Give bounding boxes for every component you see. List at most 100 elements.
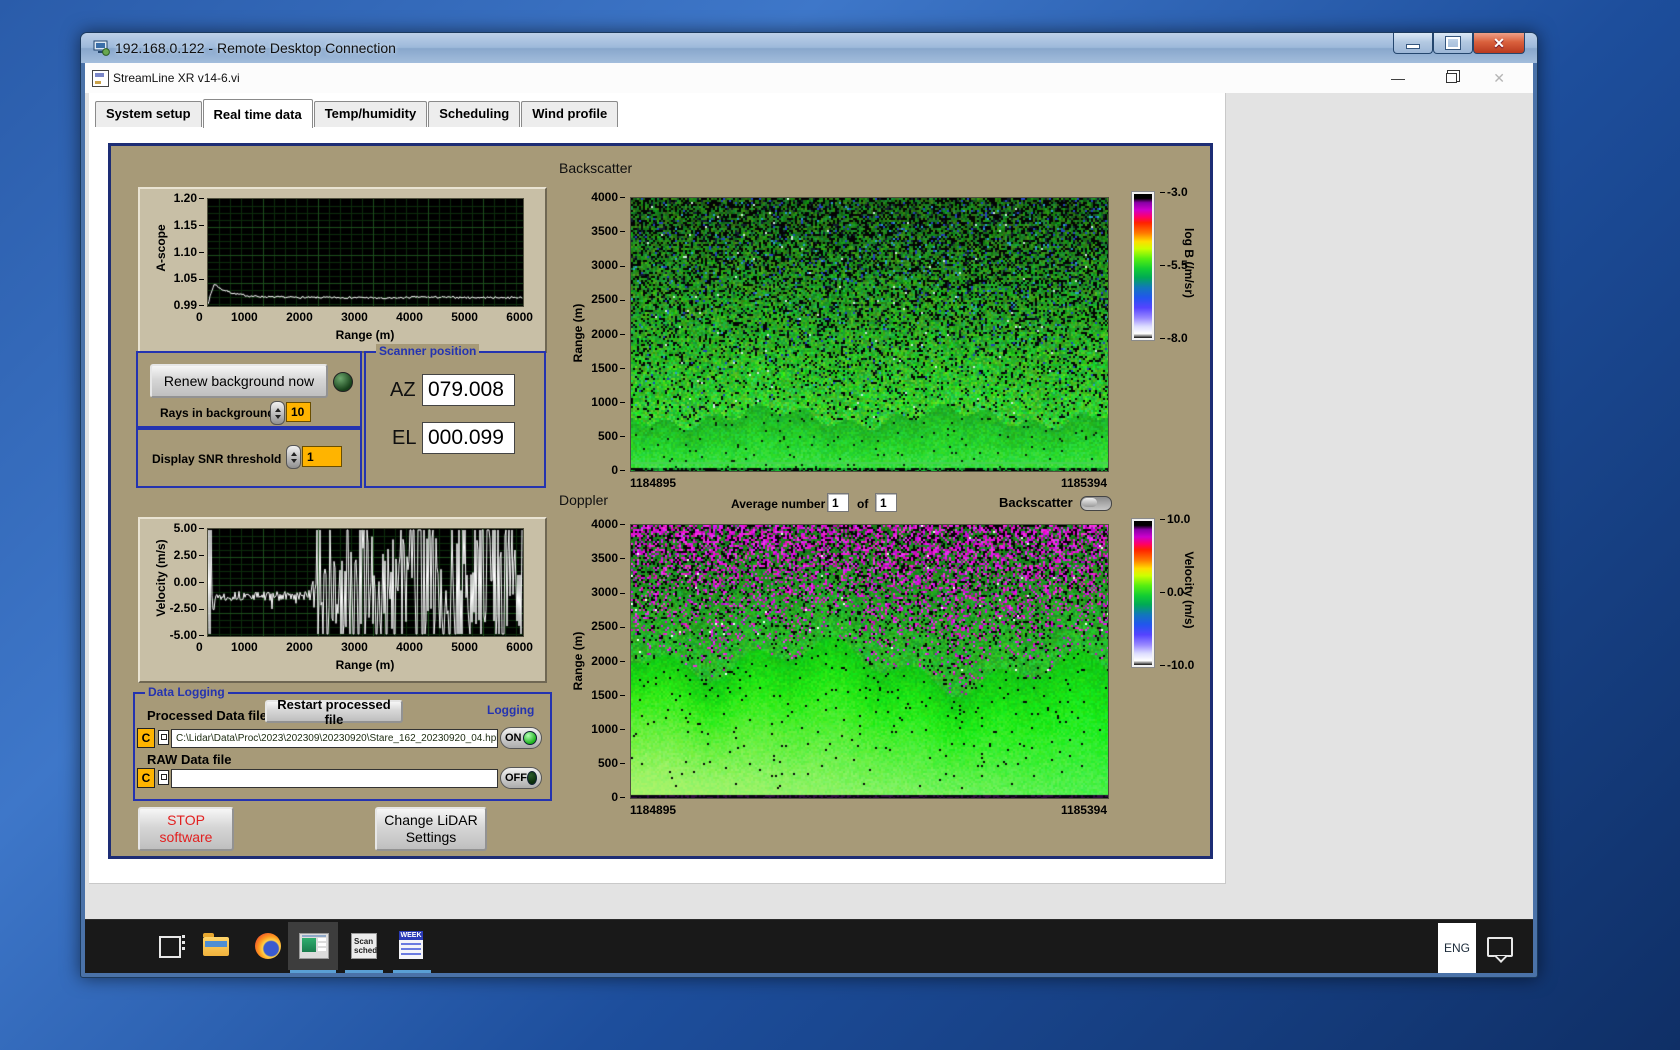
tick-label: -8.0 [1160,332,1188,344]
file-explorer-icon[interactable] [203,933,229,956]
doppler-y-ticks: 4000 3500 3000 2500 2000 1500 1000 500 0 [583,518,625,803]
app-titlebar[interactable]: StreamLine XR v14-6.vi — ✕ [85,63,1533,93]
scanner-position-group: Scanner position AZ 079.008 EL 000.099 [364,344,546,488]
firefox-icon[interactable] [255,933,281,959]
spin-down-icon [274,414,281,419]
tick-label: 2000 [591,328,625,340]
main-panel: A-scope 1.20 1.15 1.10 1.05 0.99 0 1000 2000 30… [108,143,1213,859]
doppler-plot-area [630,524,1109,799]
change-lidar-settings-button[interactable]: Change LiDAR Settings [375,807,487,851]
raw-browse-icon[interactable] [158,770,169,785]
spin-up-icon [290,451,297,456]
processed-browse-icon[interactable] [158,730,169,745]
restart-processed-file-button[interactable]: Restart processed file [265,697,403,727]
streamline-app-window: StreamLine XR v14-6.vi — ✕ System setup … [85,63,1533,920]
restore-icon [1446,73,1457,83]
scan-icon-line2: sched [354,946,378,955]
backscatter-doppler-toggle[interactable] [1080,496,1112,511]
backscatter-y-ticks: 4000 3500 3000 2500 2000 1500 1000 500 0 [583,191,625,476]
task-view-icon[interactable] [159,936,185,958]
tick-label: 3500 [591,225,625,237]
spin-up-icon [274,407,281,412]
tick-label: 0.00 [174,576,204,588]
streamline-app-taskbar-button[interactable] [288,922,338,970]
app-restore-button[interactable] [1446,63,1457,93]
stop-software-button[interactable]: STOP software [138,807,234,851]
restore-icon [1445,36,1461,50]
tick-label: 1500 [591,689,625,701]
snr-threshold-label: Display SNR threshold [152,452,282,466]
app-minimize-button[interactable]: — [1391,63,1405,93]
off-led-icon [527,771,537,785]
tick-label: 5.00 [174,522,204,534]
logging-label: Logging [487,703,535,717]
tick-label: 0 [611,464,625,476]
tab-control: System setup Real time data Temp/humidit… [89,93,1226,884]
notification-center-icon[interactable] [1487,937,1513,957]
rdp-minimize-button[interactable] [1393,33,1433,54]
background-status-led [333,372,353,392]
tick-label: 6000 [506,640,533,654]
tick-label: 4000 [591,518,625,530]
rays-value-field[interactable]: 10 [286,402,311,422]
data-logging-group: Data Logging Processed Data file Restart… [133,685,552,801]
processed-data-file-label: Processed Data file [147,708,267,723]
tab-bar: System setup Real time data Temp/humidit… [95,99,619,128]
backscatter-colorbar-label: log B (/m/sr) [1182,227,1196,298]
backscatter-colorbar [1132,192,1154,340]
tab-system-setup[interactable]: System setup [95,101,202,127]
tick-label: 4000 [396,310,423,324]
velocity-plot-area [207,528,524,637]
week-schedule-icon[interactable]: WEEK [399,931,423,959]
backscatter-plot-area [630,197,1109,472]
tick-label: 1000 [591,723,625,735]
backscatter-toggle-label: Backscatter [999,495,1073,510]
scanner-position-title: Scanner position [376,344,480,358]
scan-scheduler-icon[interactable]: Scan sched [351,933,377,959]
rays-spinner[interactable] [270,401,285,425]
week-icon-text: WEEK [399,931,423,940]
tab-temp-humidity[interactable]: Temp/humidity [313,101,428,127]
velocity-y-ticks: 5.00 2.50 0.00 -2.50 -5.00 [162,522,204,641]
renew-background-button[interactable]: Renew background now [150,364,328,398]
tick-label: 2000 [286,310,313,324]
raw-path-field[interactable] [171,769,498,788]
average-count-field[interactable]: 1 [875,493,897,512]
tab-scheduling[interactable]: Scheduling [428,101,521,127]
rdp-restore-button[interactable] [1433,33,1473,54]
raw-logging-toggle-off[interactable]: OFF [500,767,542,789]
backscatter-x-labels: 1184895 1185394 [630,477,1107,489]
backscatter-section-title: Backscatter [559,160,633,176]
processed-path-field[interactable]: C:\Lidar\Data\Proc\2023\202309\20230920\… [171,729,498,748]
on-led-icon [523,731,537,745]
app-close-button[interactable]: ✕ [1493,63,1505,93]
desktop: 192.168.0.122 - Remote Desktop Connectio… [0,0,1680,1050]
average-number-field[interactable]: 1 [827,493,849,512]
backscatter-heatmap-canvas [631,198,1108,471]
week-app-underline [393,970,431,973]
snr-value-field[interactable]: 1 [302,446,342,467]
processed-logging-toggle-on[interactable]: ON [500,727,542,749]
processed-drive-selector[interactable]: C [137,728,155,748]
rdp-titlebar[interactable]: 192.168.0.122 - Remote Desktop Connectio… [81,33,1537,63]
tick-label: 1000 [231,310,258,324]
stop-button-line2: software [159,829,213,845]
spin-down-icon [290,458,297,463]
doppler-heatmap-canvas [631,525,1108,798]
tick-label: 2000 [286,640,313,654]
raw-drive-selector[interactable]: C [137,768,155,788]
doppler-section-title: Doppler [559,492,609,508]
backscatter-x-start: 1184895 [630,476,677,490]
tab-wind-profile[interactable]: Wind profile [521,101,619,127]
tick-label: 1.10 [174,246,204,258]
toggle-off-label: OFF [505,772,527,784]
background-group-box: Renew background now Rays in background … [136,351,362,430]
tick-label: 1000 [591,396,625,408]
snr-spinner[interactable] [286,445,301,469]
tab-real-time-data[interactable]: Real time data [202,99,313,128]
language-indicator[interactable]: ENG [1438,923,1476,973]
rdp-window: 192.168.0.122 - Remote Desktop Connectio… [80,32,1538,978]
ascope-graph-box: A-scope 1.20 1.15 1.10 1.05 0.99 0 1000 2000 30… [138,187,547,353]
rdp-close-button[interactable]: ✕ [1473,33,1525,54]
tick-label: -10.0 [1160,659,1194,671]
